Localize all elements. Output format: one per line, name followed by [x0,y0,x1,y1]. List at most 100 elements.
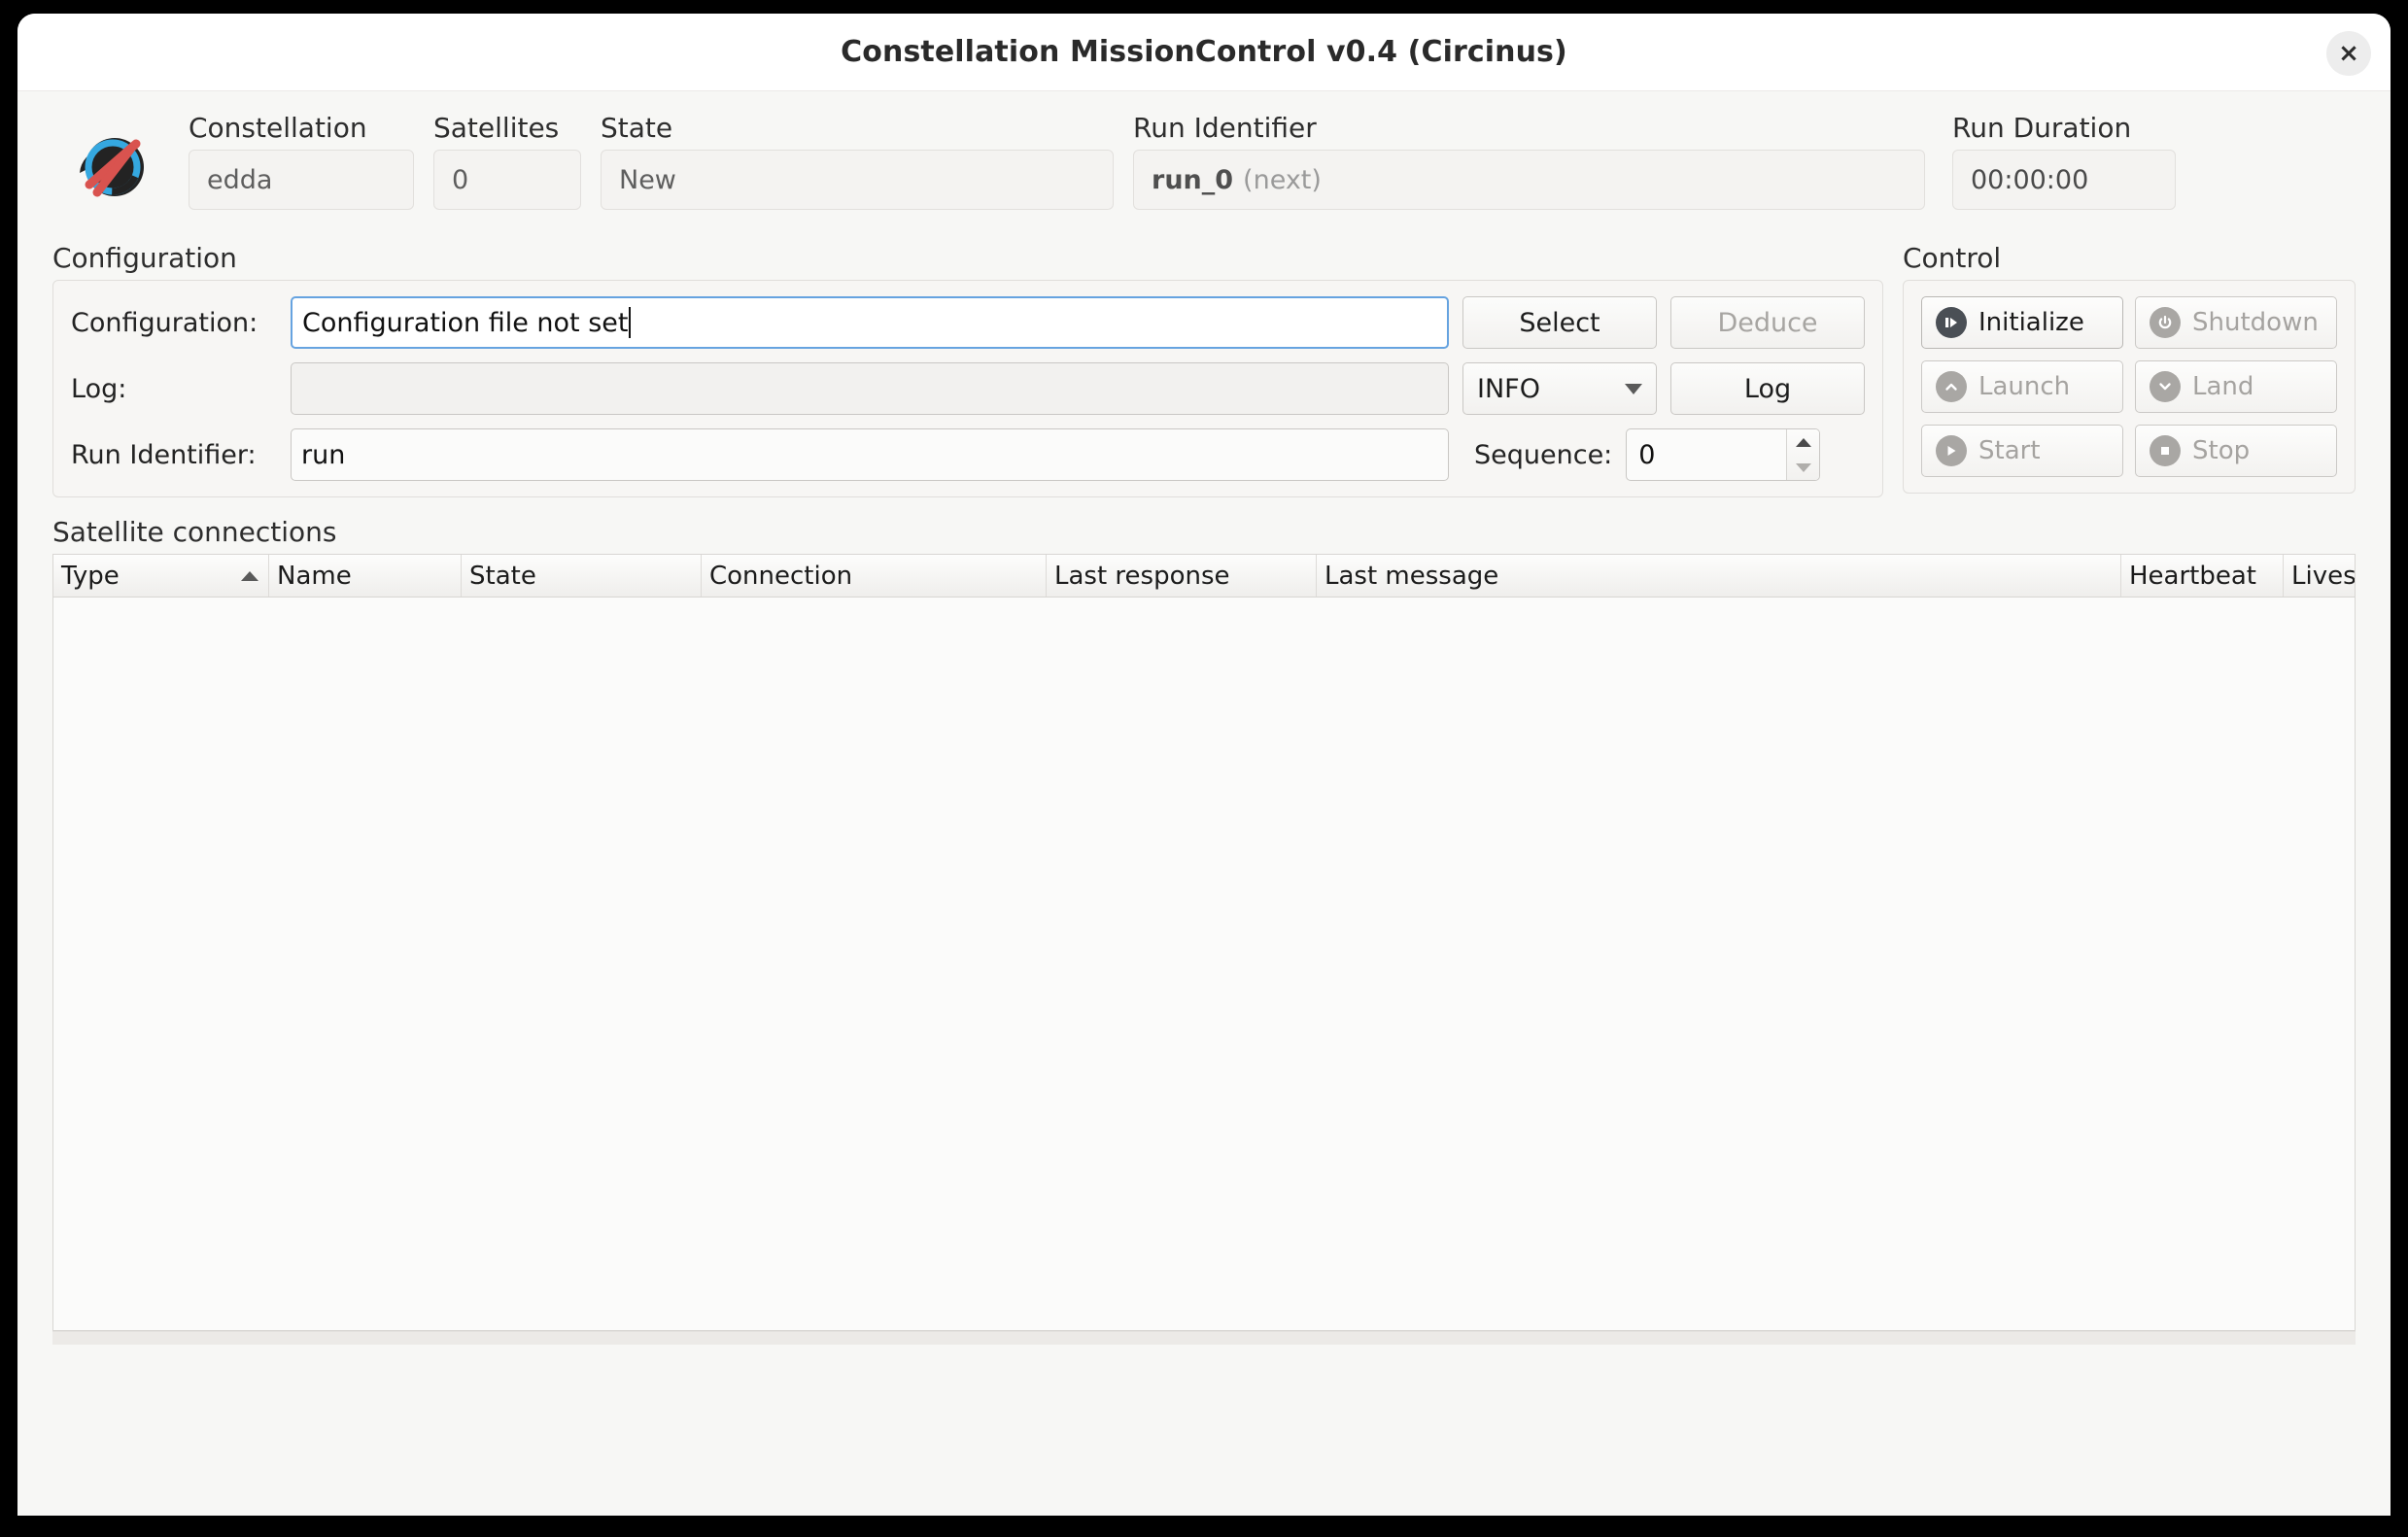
satellite-connections-title: Satellite connections [52,516,337,548]
launch-button[interactable]: Launch [1921,360,2123,413]
table-body[interactable] [53,598,2355,1330]
scrollbar-thumb[interactable] [52,1332,2356,1345]
log-level-select[interactable]: INFO [1462,362,1657,415]
play-icon [1936,435,1967,466]
state-field-group: State New [601,115,1114,210]
control-button-grid: Initialize Shutdown Launch Land Start St… [1921,296,2337,477]
state-value: New [601,150,1114,210]
chevron-down-icon [2150,371,2181,402]
launch-button-label: Launch [1978,372,2071,401]
table-header-label: Heartbeat [2129,561,2256,591]
constellation-field-group: Constellation edda [189,115,414,210]
table-header-last-response[interactable]: Last response [1047,555,1317,597]
run-identifier-name: run_0 [1152,164,1234,195]
step-forward-icon [1936,307,1967,338]
run-identifier-input-value: run [301,439,346,470]
control-groupbox: Initialize Shutdown Launch Land Start St… [1903,280,2356,494]
caret-down-icon [1795,462,1811,472]
run-identifier-field-label: Run Identifier: [71,439,257,470]
power-icon [2150,307,2181,338]
stop-button-label: Stop [2192,436,2251,465]
run-identifier-label: Run Identifier [1133,112,1317,144]
shutdown-button-label: Shutdown [2192,308,2319,337]
table-header-heartbeat[interactable]: Heartbeat [2121,555,2284,597]
log-row: Log: INFO Log [71,362,1865,415]
sequence-increment-button[interactable] [1787,429,1819,455]
log-level-value: INFO [1477,373,1540,404]
land-button-label: Land [2192,372,2254,401]
sequence-value: 0 [1638,439,1656,470]
close-button[interactable]: × [2326,31,2371,76]
run-identifier-row: Run Identifier: run Sequence: 0 [71,428,1865,481]
window-title: Constellation MissionControl v0.4 (Circi… [841,35,1567,69]
horizontal-scrollbar[interactable] [52,1331,2356,1345]
configuration-field-label: Configuration: [71,307,258,338]
table-header-label: Connection [709,561,853,591]
select-button[interactable]: Select [1462,296,1657,349]
satellites-value: 0 [433,150,581,210]
table-header-label: Name [277,561,352,591]
table-header-label: Last response [1054,561,1230,591]
configuration-groupbox: Configuration: Configuration file not se… [52,280,1883,497]
constellation-label: Constellation [189,112,367,144]
run-duration-field-group: Run Duration 00:00:00 [1952,115,2176,210]
app-window: Constellation MissionControl v0.4 (Circi… [17,14,2391,1516]
close-icon: × [2338,39,2359,68]
constellation-value: edda [189,150,414,210]
text-caret [629,307,632,338]
sequence-stepper-buttons [1786,429,1820,480]
run-duration-value: 00:00:00 [1952,150,2176,210]
middle-panels: Configuration Configuration: Configurati… [52,245,2356,497]
table-header-label: Type [61,561,120,591]
start-button-label: Start [1978,436,2041,465]
log-input[interactable] [291,362,1449,415]
initialize-button[interactable]: Initialize [1921,296,2123,349]
status-header: Constellation edda Satellites 0 State Ne… [52,109,2356,235]
stop-square-icon [2150,435,2181,466]
table-header-state[interactable]: State [462,555,702,597]
table-header-label: Lives [2291,561,2355,591]
title-bar: Constellation MissionControl v0.4 (Circi… [17,14,2391,91]
start-button[interactable]: Start [1921,425,2123,477]
deduce-button[interactable]: Deduce [1670,296,1865,349]
table-header-lives[interactable]: Lives [2284,555,2355,597]
shutdown-button[interactable]: Shutdown [2135,296,2337,349]
chevron-down-icon [1625,383,1642,394]
constellation-logo-icon [72,126,154,208]
control-section-title: Control [1903,242,2002,274]
table-header-name[interactable]: Name [269,555,462,597]
table-header-label: Last message [1324,561,1499,591]
sort-ascending-icon [241,570,258,581]
run-identifier-suffix: (next) [1243,164,1322,195]
configuration-input-value: Configuration file not set [302,307,629,338]
configuration-input[interactable]: Configuration file not set [291,296,1449,349]
sequence-label: Sequence: [1474,439,1613,470]
satellite-connections-panel: Satellite connections Type Name State Conne… [52,519,2356,1345]
log-field-label: Log: [71,373,127,404]
configuration-row: Configuration: Configuration file not se… [71,296,1865,349]
configuration-panel: Configuration Configuration: Configurati… [52,245,1883,497]
land-button[interactable]: Land [2135,360,2337,413]
window-body: Constellation edda Satellites 0 State Ne… [17,109,2391,1345]
run-identifier-field-group: Run Identifier run_0 (next) [1133,115,1925,210]
satellite-connections-table: Type Name State Connection Last response Last… [52,554,2356,1331]
log-button[interactable]: Log [1670,362,1865,415]
sequence-decrement-button[interactable] [1787,455,1819,480]
stop-button[interactable]: Stop [2135,425,2337,477]
table-header-row: Type Name State Connection Last response Last… [53,555,2355,598]
sequence-stepper[interactable]: 0 [1626,428,1821,481]
run-identifier-value: run_0 (next) [1133,150,1925,210]
run-identifier-input[interactable]: run [291,428,1449,481]
satellites-field-group: Satellites 0 [433,115,581,210]
initialize-button-label: Initialize [1978,308,2084,337]
control-panel: Control Initialize Shutdown Launch Land … [1903,245,2356,494]
table-header-label: State [469,561,536,591]
table-header-connection[interactable]: Connection [702,555,1047,597]
satellites-label: Satellites [433,112,560,144]
table-header-last-message[interactable]: Last message [1317,555,2121,597]
run-duration-label: Run Duration [1952,112,2132,144]
state-label: State [601,112,673,144]
table-header-type[interactable]: Type [53,555,269,597]
caret-up-icon [1795,437,1811,447]
chevron-up-icon [1936,371,1967,402]
